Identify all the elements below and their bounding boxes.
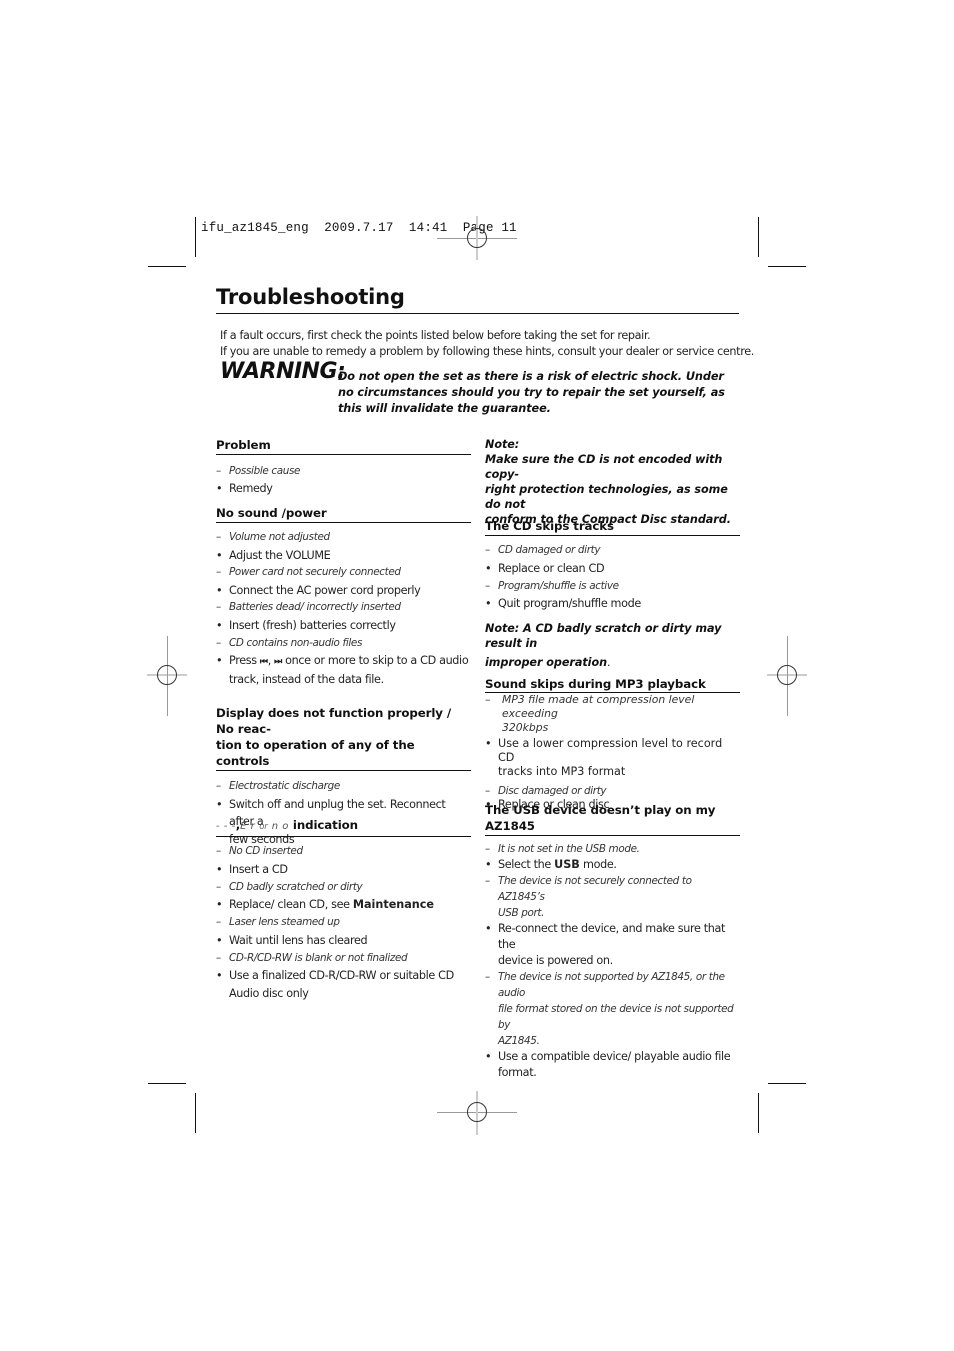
list-item-press: • Press ⏮, ⏭ once or more to skip to a C… xyxy=(216,654,469,687)
list-item-remedy: • Select the USB mode. xyxy=(485,858,617,871)
crop-mark-top-left-v xyxy=(195,217,196,257)
list-item-cause: – Laser lens steamed up xyxy=(216,916,340,929)
issue-list: – Volume not adjusted • Adjust the VOLUME – P… xyxy=(216,529,471,652)
list-item-remedy: • Use a compatible device/ playable audio… xyxy=(485,1050,731,1079)
intro-line-2: If you are unable to remedy a problem by… xyxy=(220,345,754,358)
section-heading: - - -,E r or n o indication xyxy=(216,817,471,837)
legend-heading: Problem xyxy=(216,437,471,455)
list-item-replace: • Replace/ clean CD, see Maintenance xyxy=(216,898,434,912)
note-label: Note: xyxy=(485,438,520,451)
list-item-cause: – CD badly scratched or dirty xyxy=(216,880,363,893)
crop-mark-bottom-right-v xyxy=(758,1093,759,1133)
issue-list: – CD damaged or dirty • Replace or clean CD… xyxy=(485,542,740,613)
crop-mark-bottom-right-h xyxy=(768,1083,806,1084)
page-title: Troubleshooting xyxy=(216,285,405,309)
list-item-cause: – Volume not adjusted xyxy=(216,531,330,543)
section-mp3: Sound skips during MP3 playback – MP3 fil… xyxy=(485,676,740,812)
section-indication: - - -,E r or n o indication – No CD inser… xyxy=(216,817,471,1002)
intro-line-1: If a fault occurs, first check the point… xyxy=(220,329,651,342)
list-item-cause: – The device is not securely connected to… xyxy=(485,875,692,919)
section-heading: The USB device doesn’t play on my AZ1845 xyxy=(485,802,740,836)
previous-track-icon: ⏮ xyxy=(259,657,268,668)
list-item-remedy: • Use a lower compression level to record… xyxy=(485,737,723,778)
registration-mark-right xyxy=(767,636,807,716)
warning-text: Do not open the set as there is a risk o… xyxy=(338,370,725,415)
issue-list: – No CD inserted • Insert a CD – CD badly scr… xyxy=(216,843,471,896)
list-item-cause: – Disc damaged or dirty xyxy=(485,785,607,797)
list-item-cause: – Batteries dead/ incorrectly inserted xyxy=(216,601,401,614)
list-item-cause: – CD contains non-audio files xyxy=(216,636,363,649)
list-item-cause: – No CD inserted xyxy=(216,845,303,857)
crop-mark-bottom-left-v xyxy=(195,1093,196,1133)
list-item-cause: – CD-R/CD-RW is blank or not finalized xyxy=(216,951,408,964)
maintenance-reference: Maintenance xyxy=(352,898,434,912)
note-bad-disc: Note: A CD badly scratch or dirty may re… xyxy=(485,622,722,669)
list-item-cause: – Power card not securely connected xyxy=(216,566,401,579)
next-track-icon: ⏭ xyxy=(274,657,282,668)
list-item-cause: – The device is not supported by AZ1845, … xyxy=(485,971,734,1047)
list-item-remedy: • Connect the AC power cord properly xyxy=(216,583,421,597)
list-item-remedy: • Re-connect the device, and make sure th… xyxy=(485,922,726,967)
list-item-remedy: • Insert (fresh) batteries correctly xyxy=(216,618,396,632)
list-item-remedy: • Replace or clean CD xyxy=(485,561,605,575)
list-item-remedy: • Adjust the VOLUME xyxy=(216,548,331,562)
usb-mode-label: USB xyxy=(554,858,580,871)
list-item-cause: – It is not set in the USB mode. xyxy=(485,843,640,855)
list-item-remedy: Audio disc only xyxy=(229,986,309,1000)
section-cd-skips: The CD skips tracks – CD damaged or dirty… xyxy=(485,518,740,613)
list-item-cause: – CD damaged or dirty xyxy=(485,544,601,556)
list-item-remedy: • Wait until lens has cleared xyxy=(216,933,368,947)
list-item-cause: – Electrostatic discharge xyxy=(216,780,340,792)
list-item-remedy: • Use a finalized CD-R/CD-RW or suitable … xyxy=(216,969,454,983)
registration-mark-bottom xyxy=(437,1091,517,1135)
crop-mark-top-left-h xyxy=(148,266,186,267)
legend-remedy: • Remedy xyxy=(216,482,273,495)
issue-list: – Laser lens steamed up • Wait until lens h… xyxy=(216,914,471,1002)
section-usb: The USB device doesn’t play on my AZ1845 … xyxy=(485,802,740,1081)
display-segment-er: E r xyxy=(240,821,256,832)
crop-mark-bottom-left-h xyxy=(148,1083,186,1084)
list-item-remedy: • Insert a CD xyxy=(216,862,288,876)
crop-mark-top-right-h xyxy=(768,266,806,267)
list-item-cause: – MP3 file made at compression level exce… xyxy=(485,693,695,734)
registration-mark-top xyxy=(437,216,517,260)
warning-label: WARNING: xyxy=(220,359,346,384)
section-no-sound: No sound /power – Volume not adjusted • Adj… xyxy=(216,505,471,689)
list-item-cause: – Program/shuffle is active xyxy=(485,579,619,592)
section-heading: Display does not function properly / No … xyxy=(216,705,471,771)
title-rule xyxy=(216,313,739,314)
display-segment-dashes: - - - xyxy=(216,821,236,832)
note-copy-protection: Note: Make sure the CD is not encoded wi… xyxy=(485,437,740,527)
list-item-remedy: • Quit program/shuffle mode xyxy=(485,597,641,611)
legend-cause: – Possible cause xyxy=(216,465,301,477)
crop-mark-top-right-v xyxy=(758,217,759,257)
section-heading: Sound skips during MP3 playback xyxy=(485,676,740,693)
section-heading: The CD skips tracks xyxy=(485,518,740,536)
section-heading: No sound /power xyxy=(216,505,471,523)
display-segment-no: n o xyxy=(271,821,289,832)
legend-section: Problem – Possible cause • Remedy xyxy=(216,437,471,498)
registration-mark-left xyxy=(147,636,187,716)
